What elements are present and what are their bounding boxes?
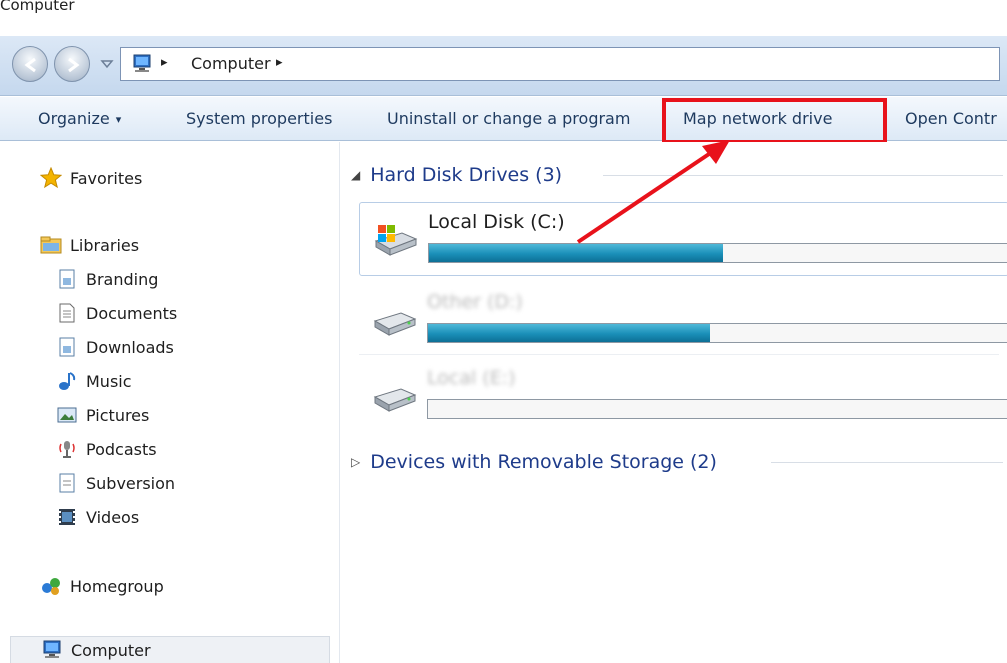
drive-usage-bar	[427, 399, 1007, 419]
nav-favorites-label: Favorites	[70, 168, 143, 188]
open-control-panel-button[interactable]: Open Contr	[905, 97, 997, 141]
nav-library-label: Downloads	[86, 337, 174, 357]
drive-usage-fill	[428, 324, 711, 342]
music-note-icon	[56, 370, 78, 392]
navigation-pane: Favorites Libraries Branding Documents D…	[0, 142, 340, 663]
system-drive-icon	[374, 225, 418, 256]
drive-usage-bar	[427, 323, 1007, 343]
collapse-triangle-icon: ◢	[351, 168, 361, 182]
window-title: Computer	[0, 0, 75, 14]
row-divider	[359, 354, 999, 355]
nav-library-pictures[interactable]: Pictures	[0, 401, 149, 429]
recent-pages-button[interactable]	[100, 56, 114, 70]
nav-favorites[interactable]: Favorites	[0, 164, 142, 192]
nav-library-label: Pictures	[86, 405, 150, 425]
uninstall-program-button[interactable]: Uninstall or change a program	[387, 97, 630, 141]
group-label: Hard Disk Drives (3)	[370, 164, 563, 186]
hard-drive-icon	[373, 312, 417, 336]
nav-libraries[interactable]: Libraries	[0, 231, 139, 259]
address-separator[interactable]: ▸	[276, 55, 283, 70]
nav-library-documents[interactable]: Documents	[0, 299, 177, 327]
homegroup-icon	[40, 575, 62, 597]
arrow-left-icon	[24, 57, 36, 73]
library-folder-icon	[56, 268, 78, 290]
picture-icon	[56, 404, 78, 426]
highlight-box	[662, 98, 887, 144]
nav-library-videos[interactable]: Videos	[0, 503, 139, 531]
nav-library-branding[interactable]: Branding	[0, 265, 158, 293]
nav-library-podcasts[interactable]: Podcasts	[0, 435, 157, 463]
drive-usage-bar	[428, 243, 1007, 263]
organize-button[interactable]: Organize ▾	[38, 97, 121, 141]
nav-homegroup-label: Homegroup	[70, 576, 164, 596]
nav-library-label: Podcasts	[86, 439, 157, 459]
group-removable-storage[interactable]: ▷ Devices with Removable Storage (2)	[351, 450, 1003, 474]
document-icon	[56, 302, 78, 324]
library-folder-icon	[56, 336, 78, 358]
nav-library-label: Branding	[86, 269, 159, 289]
nav-library-music[interactable]: Music	[0, 367, 132, 395]
expand-triangle-icon: ▷	[351, 455, 361, 469]
organize-label: Organize	[38, 109, 110, 128]
arrow-right-icon	[68, 57, 80, 73]
address-separator[interactable]: ▸	[161, 55, 168, 70]
group-divider	[603, 175, 1003, 176]
nav-homegroup[interactable]: Homegroup	[0, 572, 164, 600]
library-folder-icon	[56, 472, 78, 494]
forward-button[interactable]	[54, 46, 90, 82]
drive-item[interactable]: Local Disk (C:)	[359, 202, 1007, 276]
chevron-down-icon: ▾	[115, 113, 122, 126]
nav-computer-label: Computer	[71, 640, 151, 660]
group-hard-disk-drives[interactable]: ◢ Hard Disk Drives (3)	[351, 163, 1003, 187]
drive-item[interactable]: Other (D:)	[359, 283, 1007, 357]
address-input[interactable]: ▸ Computer ▸	[120, 47, 1000, 81]
drive-name: Local (E:)	[427, 367, 516, 389]
system-properties-button[interactable]: System properties	[186, 97, 332, 141]
nav-computer[interactable]: Computer	[10, 636, 330, 663]
group-divider	[771, 462, 1003, 463]
drive-name: Local Disk (C:)	[428, 211, 565, 233]
hard-drive-icon	[373, 388, 417, 412]
nav-library-label: Music	[86, 371, 132, 391]
drive-name: Other (D:)	[427, 291, 523, 313]
nav-library-label: Subversion	[86, 473, 176, 493]
breadcrumb-computer[interactable]: Computer	[191, 54, 271, 73]
window-title-strip: Computer	[0, 0, 1007, 36]
library-icon	[40, 234, 62, 256]
computer-icon	[133, 54, 151, 72]
nav-library-label: Videos	[86, 507, 140, 527]
chevron-down-icon	[100, 60, 114, 69]
podcast-icon	[56, 438, 78, 460]
computer-icon	[41, 639, 63, 661]
nav-libraries-label: Libraries	[70, 235, 140, 255]
film-icon	[56, 506, 78, 528]
content-pane: ◢ Hard Disk Drives (3) Local Disk (C:) O…	[341, 142, 1007, 663]
nav-library-subversion[interactable]: Subversion	[0, 469, 175, 497]
star-icon	[40, 167, 62, 189]
address-bar: ▸ Computer ▸	[0, 36, 1007, 96]
drive-item[interactable]: Local (E:)	[359, 359, 1007, 433]
back-button[interactable]	[12, 46, 48, 82]
nav-library-label: Documents	[86, 303, 178, 323]
group-label: Devices with Removable Storage (2)	[370, 451, 717, 473]
drive-usage-fill	[429, 244, 723, 262]
nav-library-downloads[interactable]: Downloads	[0, 333, 174, 361]
